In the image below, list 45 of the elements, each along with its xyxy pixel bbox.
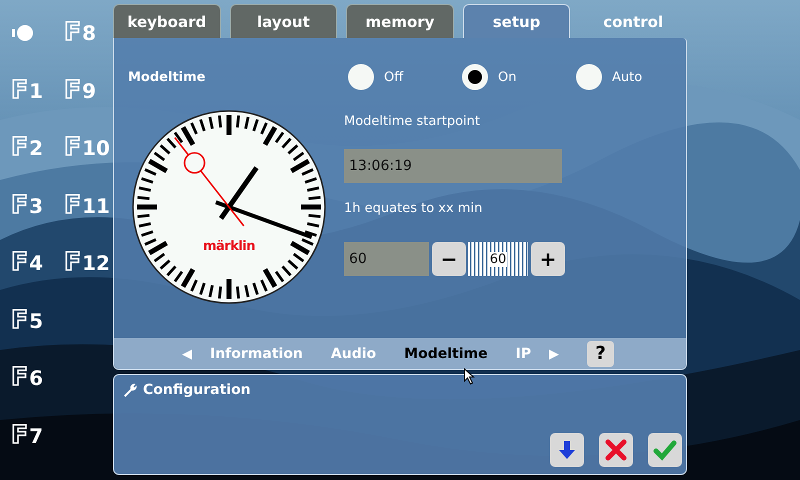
tab[interactable]: setup — [462, 4, 570, 38]
mouse-pointer-icon — [463, 368, 476, 386]
function-key[interactable]: F10 — [64, 135, 110, 160]
plus-button[interactable]: + — [531, 242, 565, 276]
tab[interactable]: control — [579, 4, 687, 38]
mode-radio[interactable]: Off — [348, 64, 458, 90]
download-button[interactable] — [550, 433, 584, 467]
function-key[interactable]: F8 — [64, 20, 96, 46]
function-key[interactable]: F4 — [11, 250, 43, 276]
subtab[interactable]: Information — [196, 346, 317, 362]
function-key[interactable]: F5 — [11, 308, 43, 333]
cancel-button[interactable] — [599, 433, 633, 467]
section-title: Modeltime — [128, 70, 206, 85]
subtab[interactable]: IP — [502, 346, 546, 362]
mode-radio[interactable]: Auto — [576, 64, 686, 90]
startpoint-field[interactable]: 13:06:19 — [344, 149, 562, 183]
light-icon[interactable] — [11, 24, 35, 42]
clock-brand: märklin — [202, 240, 256, 254]
function-key[interactable]: F6 — [11, 365, 43, 390]
next-button[interactable]: ▶ — [545, 346, 564, 361]
tab[interactable]: memory — [346, 4, 454, 38]
tab[interactable]: keyboard — [113, 4, 221, 38]
startpoint-label: Modeltime startpoint — [344, 114, 481, 129]
function-key[interactable]: F2 — [11, 135, 43, 160]
wrench-icon — [122, 382, 138, 398]
subtab[interactable]: Audio — [316, 346, 390, 362]
function-key[interactable]: F7 — [11, 422, 43, 448]
help-button[interactable]: ? — [587, 340, 614, 366]
ratio-label: 1h equates to xx min — [344, 201, 484, 216]
confirm-button[interactable] — [648, 433, 682, 467]
function-key[interactable]: F11 — [64, 192, 110, 218]
function-key[interactable]: F1 — [11, 78, 43, 103]
ratio-field[interactable]: 60 — [344, 242, 429, 276]
mode-radio[interactable]: On — [462, 64, 572, 90]
cross-icon — [604, 438, 628, 462]
subtab[interactable]: Modeltime — [390, 346, 502, 362]
minus-button[interactable]: − — [432, 242, 466, 276]
function-key[interactable]: F3 — [11, 192, 43, 218]
function-key[interactable]: F9 — [64, 78, 96, 103]
configuration-title: Configuration — [143, 382, 251, 398]
check-icon — [653, 438, 677, 462]
value-wheel[interactable]: 60 — [468, 242, 528, 276]
function-key[interactable]: F12 — [64, 250, 110, 276]
previous-button[interactable]: ◀ — [178, 346, 196, 361]
tab[interactable]: layout — [230, 4, 338, 38]
